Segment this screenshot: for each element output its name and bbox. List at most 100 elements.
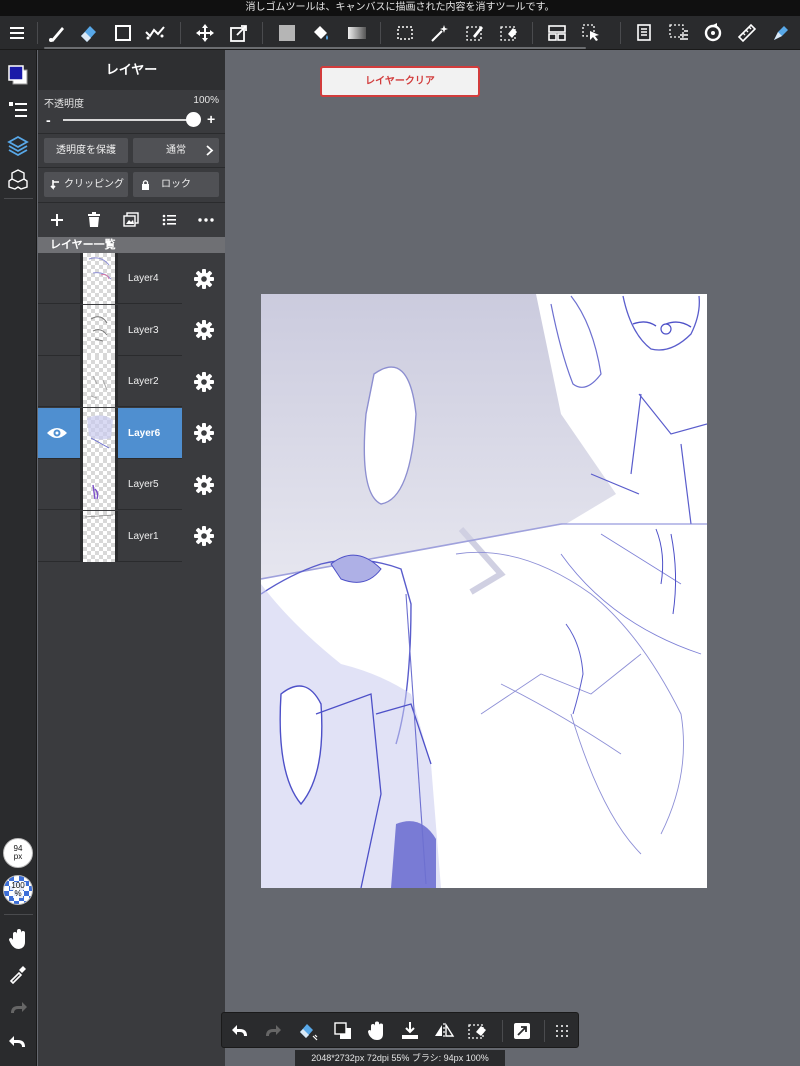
layer-name: Layer3 xyxy=(128,324,159,336)
gear-icon[interactable] xyxy=(182,356,225,407)
layer-thumbnail xyxy=(80,253,118,304)
canvas-info: 2048*2732px 72dpi 55% ブラシ: 94px 100% xyxy=(295,1050,505,1066)
layers-icon[interactable] xyxy=(5,132,31,158)
opacity-slider-track[interactable] xyxy=(63,119,193,121)
opacity-slider-thumb[interactable] xyxy=(186,112,201,127)
opacity-value: 100% xyxy=(193,95,219,106)
hand-icon[interactable] xyxy=(5,926,31,952)
layer-name: Layer6 xyxy=(128,427,161,439)
brush-icon[interactable] xyxy=(44,20,70,46)
menu-icon[interactable] xyxy=(4,20,30,46)
brush-list-icon[interactable] xyxy=(5,97,31,123)
eraser-mode-icon[interactable] xyxy=(295,1018,321,1044)
sketch-artwork xyxy=(261,294,707,888)
layout-icon[interactable] xyxy=(544,20,570,46)
eyedropper-icon[interactable] xyxy=(5,961,31,987)
3d-material-icon[interactable] xyxy=(5,166,31,192)
select-all-icon[interactable] xyxy=(666,20,692,46)
select-pen-icon[interactable] xyxy=(462,20,488,46)
color-swap-icon[interactable] xyxy=(330,1018,356,1044)
gear-icon[interactable] xyxy=(182,510,225,562)
status-message: 消しゴムツールは、キャンバスに描画された内容を消すツールです。 xyxy=(0,0,800,16)
color-swatch[interactable] xyxy=(5,62,31,88)
grid-menu-icon[interactable] xyxy=(549,1018,575,1044)
eye-icon[interactable] xyxy=(38,408,76,459)
transform-icon[interactable] xyxy=(226,20,252,46)
drawing-canvas[interactable] xyxy=(261,294,707,888)
more-options-icon[interactable] xyxy=(195,209,217,231)
toolbar-scroll-indicator xyxy=(44,47,586,49)
undo-bottom-icon[interactable] xyxy=(227,1018,253,1044)
move-icon[interactable] xyxy=(192,20,218,46)
merge-down-icon[interactable] xyxy=(397,1018,423,1044)
protect-alpha-button[interactable]: 透明度を保護 xyxy=(44,138,128,163)
visibility-toggle[interactable] xyxy=(38,459,76,510)
layer-row[interactable]: Layer5 xyxy=(38,459,225,510)
fill-color-icon[interactable] xyxy=(274,20,300,46)
gear-icon[interactable] xyxy=(182,304,225,356)
gear-icon[interactable] xyxy=(182,253,225,304)
opacity-decrease-button[interactable]: - xyxy=(46,112,51,128)
lock-label: ロック xyxy=(161,179,191,190)
add-layer-icon[interactable] xyxy=(46,209,68,231)
material-icon[interactable] xyxy=(632,20,658,46)
select-move-icon[interactable] xyxy=(578,20,604,46)
layer-name: Layer1 xyxy=(128,530,159,542)
layer-thumbnail xyxy=(80,459,118,510)
layer-list-icon[interactable] xyxy=(158,209,180,231)
ruler-icon[interactable] xyxy=(734,20,760,46)
rotate-icon[interactable] xyxy=(700,20,726,46)
layer-name: Layer5 xyxy=(128,479,159,490)
clipping-button[interactable]: クリッピング xyxy=(44,172,128,197)
eraser-icon[interactable] xyxy=(75,20,101,46)
left-strip: 94 px 100 % xyxy=(0,50,37,1066)
panel-title: レイヤー xyxy=(38,50,225,90)
brush-size-indicator[interactable]: 94 px xyxy=(3,838,33,868)
clipping-label: クリッピング xyxy=(64,179,124,190)
magic-wand-icon[interactable] xyxy=(426,20,452,46)
redo-bottom-icon[interactable] xyxy=(260,1018,286,1044)
layer-panel: レイヤー 不透明度 100% - + 透明度を保護 通常 クリッピング ロック xyxy=(38,50,225,1066)
clear-selection-icon[interactable] xyxy=(465,1018,491,1044)
clear-layer-button[interactable]: レイヤークリア xyxy=(320,66,480,97)
layer-row[interactable]: Layer6 xyxy=(38,407,225,459)
select-icon[interactable] xyxy=(392,20,418,46)
visibility-toggle[interactable] xyxy=(38,511,76,562)
chevron-right-icon xyxy=(206,145,214,156)
brush-opacity-indicator[interactable]: 100 % xyxy=(3,875,33,905)
visibility-toggle[interactable] xyxy=(38,305,76,356)
layer-row[interactable]: Layer2 xyxy=(38,356,225,407)
layer-thumbnail xyxy=(80,356,118,407)
gear-icon[interactable] xyxy=(182,407,225,459)
blend-mode-label: 通常 xyxy=(166,145,186,156)
opacity-label: 不透明度 xyxy=(44,99,84,110)
layer-row[interactable]: Layer4 xyxy=(38,253,225,304)
layer-row[interactable]: Layer3 xyxy=(38,304,225,356)
visibility-toggle[interactable] xyxy=(38,253,76,304)
layer-name: Layer4 xyxy=(128,273,159,284)
bottom-toolbar xyxy=(221,1012,579,1048)
rectangle-icon[interactable] xyxy=(110,20,136,46)
dot-brush-icon[interactable] xyxy=(142,20,168,46)
layer-row[interactable]: Layer1 xyxy=(38,510,225,562)
opacity-increase-button[interactable]: + xyxy=(207,111,215,127)
pen-settings-icon[interactable] xyxy=(768,20,794,46)
blend-mode-button[interactable]: 通常 xyxy=(133,138,219,163)
delete-layer-icon[interactable] xyxy=(83,209,105,231)
bucket-icon[interactable] xyxy=(308,20,334,46)
layer-list-header: レイヤー一覧 xyxy=(38,237,225,253)
layer-thumbnail xyxy=(80,407,118,459)
flip-horizontal-icon[interactable] xyxy=(431,1018,457,1044)
visibility-toggle[interactable] xyxy=(38,356,76,407)
import-image-icon[interactable] xyxy=(120,209,142,231)
select-eraser-icon[interactable] xyxy=(496,20,522,46)
clipping-arrow-icon xyxy=(50,180,59,190)
redo-icon[interactable] xyxy=(5,995,31,1021)
top-toolbar xyxy=(0,16,800,50)
gradient-icon[interactable] xyxy=(344,20,370,46)
gear-icon[interactable] xyxy=(182,459,225,510)
reference-window-icon[interactable] xyxy=(509,1018,535,1044)
lock-button[interactable]: ロック xyxy=(133,172,219,197)
hand-tool-icon[interactable] xyxy=(363,1018,389,1044)
undo-icon[interactable] xyxy=(5,1029,31,1055)
